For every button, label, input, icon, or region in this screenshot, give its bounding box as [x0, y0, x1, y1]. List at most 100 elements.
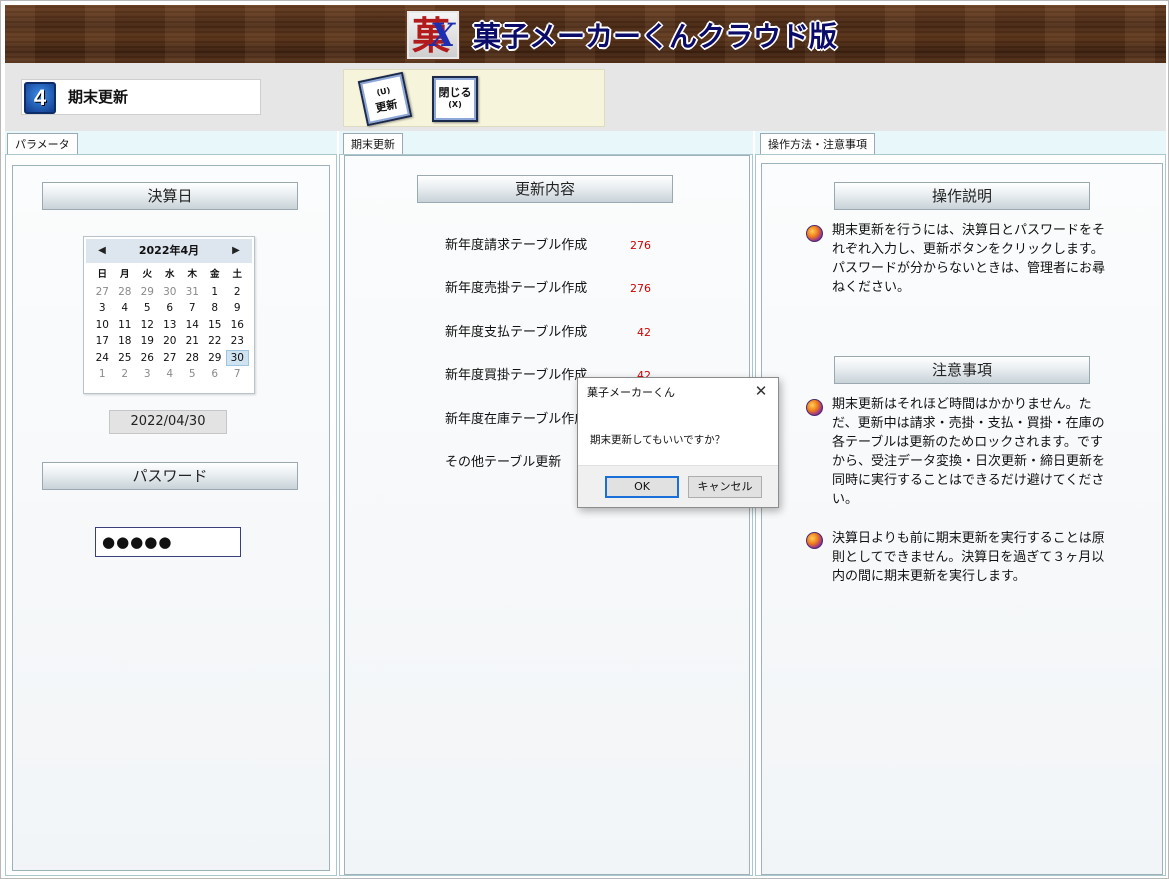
bullet-icon — [806, 225, 823, 242]
calendar-day[interactable]: 7 — [181, 300, 204, 317]
update-item-label: 新年度支払テーブル作成 — [445, 325, 588, 340]
params-inner-box: 決算日 ◀ 2022年4月 ▶ 日月火水木金土 27 28 29 30 31 1 2 3 4 5 6 7… — [12, 165, 330, 871]
calendar-day[interactable]: 15 — [204, 317, 227, 334]
calendar-day[interactable]: 1 — [91, 366, 114, 383]
calendar-day[interactable]: 6 — [204, 366, 227, 383]
settlement-date-header: 決算日 — [42, 182, 298, 210]
close-label: 閉じる — [438, 86, 472, 99]
calendar-day[interactable]: 13 — [159, 317, 182, 334]
calendar-day[interactable]: 28 — [114, 284, 137, 301]
screen-title-box: 4 期末更新 — [21, 79, 261, 115]
calendar-day[interactable]: 12 — [136, 317, 159, 334]
screen-title: 期末更新 — [68, 88, 129, 106]
params-panel-body: 決算日 ◀ 2022年4月 ▶ 日月火水木金土 27 28 29 30 31 1 2 3 4 5 6 7… — [5, 154, 337, 876]
calendar-month-label: 2022年4月 — [138, 244, 200, 257]
calendar-day[interactable]: 18 — [114, 333, 137, 350]
note-text-1: 期末更新はそれほど時間はかかりません。ただ、更新中は請求・売掛・支払・買掛・在庫… — [832, 397, 1106, 507]
calendar-day[interactable]: 5 — [181, 366, 204, 383]
toolbar: 4 期末更新 (U) 更新 閉じる (X) — [5, 63, 1166, 131]
ok-button[interactable]: OK — [605, 476, 679, 498]
calendar-day[interactable]: 29 — [204, 350, 227, 367]
instructions-header: 操作説明 — [834, 182, 1090, 210]
dialog-title: 菓子メーカーくん — [587, 386, 675, 399]
tab-help[interactable]: 操作方法・注意事項 — [760, 133, 875, 155]
app-window: 菓 X 菓子メーカーくんクラウド版 4 期末更新 (U) 更新 閉じる (X) … — [0, 0, 1169, 879]
calendar-day[interactable]: 25 — [114, 350, 137, 367]
close-icon[interactable]: ✕ — [750, 380, 772, 402]
calendar-day[interactable]: 26 — [136, 350, 159, 367]
calendar-day[interactable]: 1 — [204, 284, 227, 301]
update-item-label: 新年度売掛テーブル作成 — [445, 281, 588, 296]
calendar-day[interactable]: 17 — [91, 333, 114, 350]
update-inner-box: 更新内容 新年度請求テーブル作成 276 新年度売掛テーブル作成 276 新年度支払テー… — [344, 155, 750, 875]
close-button[interactable]: 閉じる (X) — [432, 76, 478, 122]
update-panel-body: 更新内容 新年度請求テーブル作成 276 新年度売掛テーブル作成 276 新年度支払テー… — [339, 154, 753, 876]
date-calendar[interactable]: ◀ 2022年4月 ▶ 日月火水木金土 27 28 29 30 31 1 2 3 4 5 6 7 8 9 10… — [83, 236, 255, 394]
calendar-day[interactable]: 2 — [226, 284, 249, 301]
calendar-day[interactable]: 16 — [226, 317, 249, 334]
calendar-day[interactable]: 9 — [226, 300, 249, 317]
dialog-footer: OK キャンセル — [578, 465, 778, 507]
bullet-icon — [806, 399, 823, 416]
calendar-day[interactable]: 3 — [91, 300, 114, 317]
calendar-day[interactable]: 14 — [181, 317, 204, 334]
calendar-day[interactable]: 5 — [136, 300, 159, 317]
screen-number-icon: 4 — [24, 82, 56, 114]
calendar-day[interactable]: 29 — [136, 284, 159, 301]
calendar-day[interactable]: 6 — [159, 300, 182, 317]
calendar-day[interactable]: 27 — [159, 350, 182, 367]
calendar-week-row: 27 28 29 30 31 1 2 — [91, 284, 249, 301]
dialog-message: 期末更新してもいいですか？ — [590, 434, 726, 446]
calendar-week-row: 1234567 — [91, 366, 249, 383]
calendar-day[interactable]: 31 — [181, 284, 204, 301]
calendar-weekday: 水 — [164, 269, 175, 280]
calendar-weekday: 月 — [119, 269, 130, 280]
calendar-day[interactable]: 2 — [114, 366, 137, 383]
calendar-day[interactable]: 30 — [226, 349, 249, 366]
password-header: パスワード — [42, 462, 298, 490]
calendar-day[interactable]: 8 — [204, 300, 227, 317]
tab-params[interactable]: パラメータ — [7, 133, 78, 155]
calendar-week-row: 3456789 — [91, 300, 249, 317]
calendar-weekday: 火 — [142, 269, 152, 280]
calendar-day[interactable]: 24 — [91, 350, 114, 367]
calendar-day[interactable]: 10 — [91, 317, 114, 334]
calendar-week-row: 24 25 26 27 28 29 30 — [91, 349, 249, 367]
calendar-weekday: 土 — [232, 269, 242, 280]
calendar-day[interactable]: 7 — [226, 366, 249, 383]
calendar-next-icon[interactable]: ▶ — [224, 239, 248, 263]
params-panel: パラメータ 決算日 ◀ 2022年4月 ▶ 日月火水木金土 27 28 29 30 31 1… — [5, 131, 337, 876]
calendar-day[interactable]: 23 — [226, 333, 249, 350]
tab-update[interactable]: 期末更新 — [343, 133, 403, 155]
calendar-day[interactable]: 4 — [114, 300, 137, 317]
help-panel-body: 操作説明 期末更新を行うには、決算日とパスワードをそれぞれ入力し、更新ボタンをク… — [755, 154, 1166, 876]
calendar-day[interactable]: 22 — [204, 333, 227, 350]
update-button[interactable]: (U) 更新 — [357, 71, 413, 127]
calendar-day[interactable]: 11 — [114, 317, 137, 334]
calendar-day[interactable]: 20 — [159, 333, 182, 350]
calendar-day[interactable]: 27 — [91, 284, 114, 301]
settlement-date-value[interactable]: 2022/04/30 — [109, 410, 227, 434]
cancel-button[interactable]: キャンセル — [688, 476, 762, 498]
password-field[interactable]: ●●●●● — [95, 527, 241, 557]
calendar-week-row: 10 11 12 13 14 15 16 — [91, 317, 249, 334]
calendar-day[interactable]: 28 — [181, 350, 204, 367]
bullet-icon — [806, 532, 823, 549]
app-logo-icon: 菓 X — [407, 11, 459, 59]
update-item-label: 新年度請求テーブル作成 — [445, 238, 588, 253]
instruction-text: 期末更新を行うには、決算日とパスワードをそれぞれ入力し、更新ボタンをクリックしま… — [832, 223, 1106, 295]
calendar-day[interactable]: 19 — [136, 333, 159, 350]
close-shortcut: (X) — [448, 100, 462, 109]
notes-header: 注意事項 — [834, 356, 1090, 384]
calendar-grid: 日月火水木金土 27 28 29 30 31 1 2 3 4 5 6 7 8 9 10 11 12 13 14 15 16… — [91, 267, 249, 383]
calendar-weekday: 金 — [209, 269, 220, 280]
update-contents-header: 更新内容 — [417, 175, 673, 203]
update-item-count: 276 — [630, 239, 651, 252]
calendar-day[interactable]: 4 — [159, 366, 182, 383]
calendar-prev-icon[interactable]: ◀ — [90, 239, 114, 263]
calendar-day[interactable]: 21 — [181, 333, 204, 350]
update-item-label: 新年度在庫テーブル作成 — [445, 412, 588, 427]
calendar-weekday: 日 — [97, 269, 107, 280]
calendar-day[interactable]: 30 — [159, 284, 182, 301]
calendar-day[interactable]: 3 — [136, 366, 159, 383]
